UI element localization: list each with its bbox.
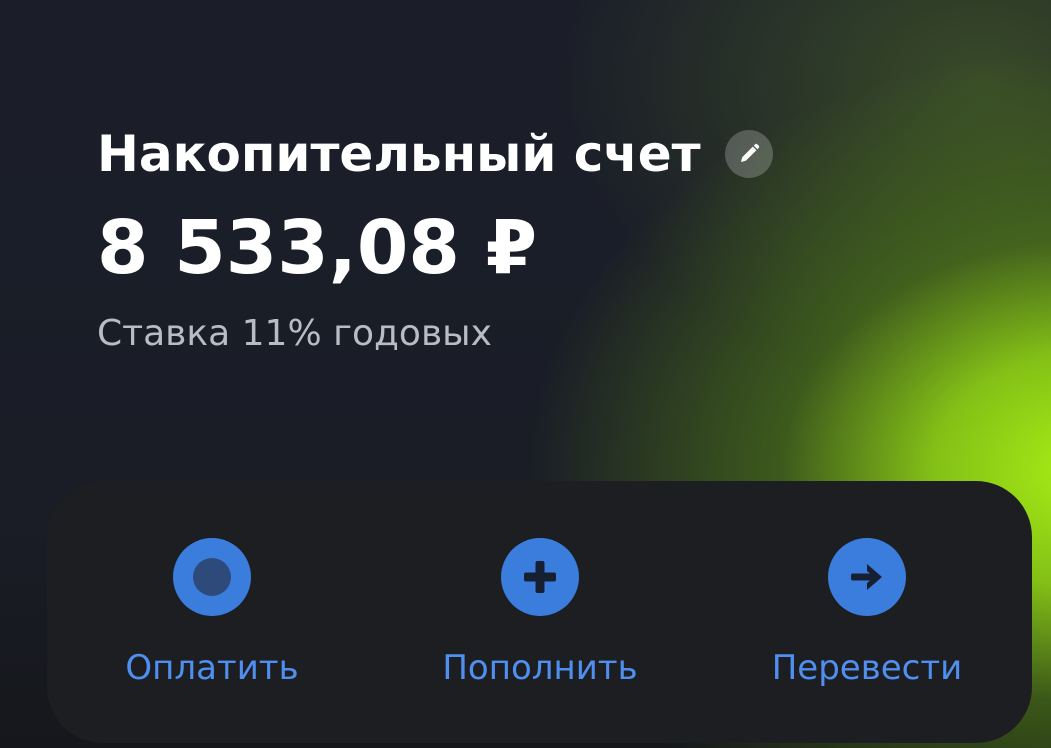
pay-button[interactable]: Оплатить: [102, 481, 322, 690]
title-row: Накопительный счет: [97, 122, 773, 186]
transfer-label: Перевести: [771, 648, 963, 688]
top-up-button[interactable]: Пополнить: [420, 481, 660, 690]
account-balance: 8 533,08 ₽: [97, 205, 538, 291]
pay-icon-circle: [173, 538, 251, 616]
account-header: Накопительный счет 8 533,08 ₽ Ставка 11%…: [97, 122, 773, 356]
transfer-button[interactable]: Перевести: [752, 481, 982, 690]
transfer-icon-circle: [828, 538, 906, 616]
top-up-icon-circle: [501, 538, 579, 616]
actions-panel: Оплатить Пополнить Перевести: [47, 481, 1032, 743]
edit-title-button[interactable]: [724, 130, 773, 178]
arrow-right-icon: [851, 564, 882, 590]
pay-label: Оплатить: [125, 648, 299, 688]
interest-rate: Ставка 11% годовых: [97, 313, 492, 354]
top-up-label: Пополнить: [442, 648, 638, 688]
account-title: Накопительный счет: [97, 125, 701, 183]
plus-icon: [524, 561, 556, 593]
pencil-icon: [740, 143, 759, 162]
record-circle-icon: [193, 558, 231, 596]
